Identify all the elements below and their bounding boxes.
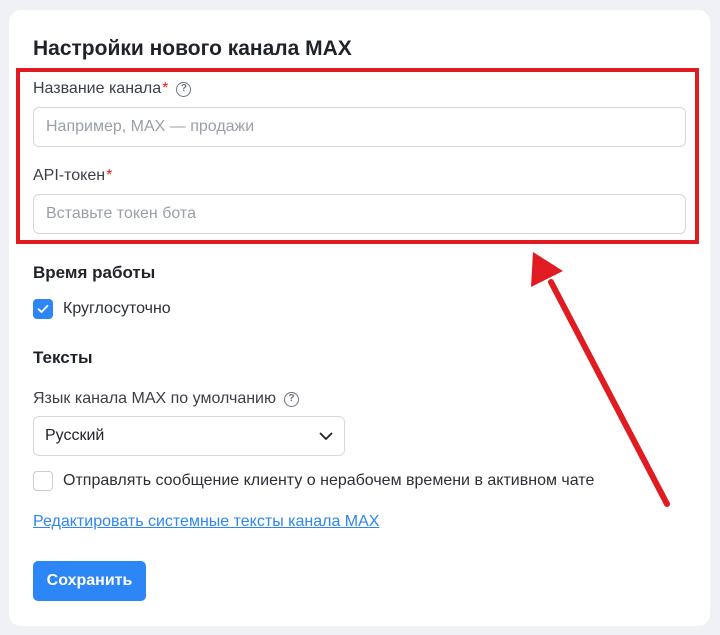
language-label-text: Язык канала MAX по умолчанию: [33, 390, 276, 407]
channel-name-input[interactable]: [33, 107, 686, 147]
language-selected-value: Русский: [45, 427, 105, 444]
api-token-label-text: API-токен: [33, 167, 106, 184]
off-hours-checkbox[interactable]: [33, 471, 53, 491]
language-select[interactable]: Русский: [33, 416, 345, 456]
off-hours-label: Отправлять сообщение клиенту о нерабочем…: [63, 472, 595, 489]
around-clock-checkbox-row[interactable]: Круглосуточно: [33, 299, 171, 319]
edit-system-texts-link[interactable]: Редактировать системные тексты канала MA…: [33, 512, 379, 532]
required-mark: *: [106, 167, 113, 184]
around-clock-label: Круглосуточно: [63, 300, 171, 317]
off-hours-checkbox-row[interactable]: Отправлять сообщение клиенту о нерабочем…: [33, 471, 594, 491]
language-label: Язык канала MAX по умолчанию ?: [33, 389, 299, 409]
question-circle-icon[interactable]: ?: [176, 81, 192, 97]
channel-name-label: Название канала * ?: [33, 79, 192, 99]
page-title: Настройки нового канала MAX: [33, 37, 352, 60]
required-mark: *: [162, 80, 169, 97]
api-token-label: API-токен *: [33, 166, 112, 186]
texts-title: Тексты: [33, 348, 93, 367]
save-button[interactable]: Сохранить: [33, 561, 146, 601]
api-token-input[interactable]: [33, 194, 686, 234]
question-circle-icon[interactable]: ?: [283, 391, 299, 407]
checkmark-icon: [37, 304, 49, 313]
around-clock-checkbox[interactable]: [33, 299, 53, 319]
channel-name-label-text: Название канала: [33, 80, 162, 97]
work-time-title: Время работы: [33, 263, 156, 282]
chevron-down-icon: [319, 432, 333, 440]
